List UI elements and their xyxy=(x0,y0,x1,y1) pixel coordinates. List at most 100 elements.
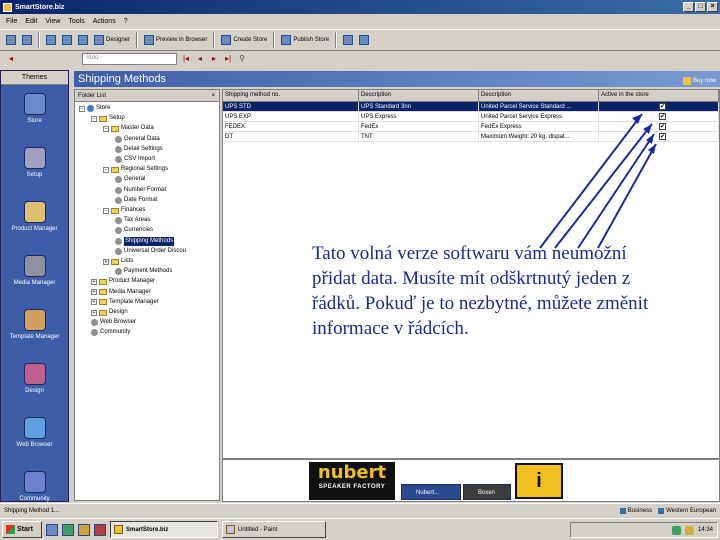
sidebar-item-web-browser[interactable]: Web Browser xyxy=(1,417,68,463)
filter-input[interactable]: Stdo xyxy=(82,53,177,65)
sidebar-item-template-manager[interactable]: Template Manager xyxy=(1,309,68,355)
collapse-icon[interactable]: − xyxy=(103,166,109,173)
menu-edit[interactable]: Edit xyxy=(25,18,37,25)
folder-list-close-button[interactable]: × xyxy=(211,90,215,101)
table-row[interactable]: UPS EXP UPS Express United Parcel Service … xyxy=(223,112,719,122)
sidebar-item-design[interactable]: Design xyxy=(1,363,68,409)
tree-item[interactable]: − Regional Settings xyxy=(103,165,168,174)
save-button[interactable] xyxy=(60,32,74,48)
back-button[interactable] xyxy=(4,32,18,48)
active-checkbox[interactable]: ✔ xyxy=(659,103,666,110)
expand-icon[interactable]: + xyxy=(91,289,97,296)
banner-tab-boxen[interactable]: Boxen xyxy=(463,484,511,500)
info-logo[interactable]: i xyxy=(515,463,563,499)
active-checkbox[interactable]: ✔ xyxy=(659,113,666,120)
open-button[interactable] xyxy=(44,32,58,48)
cut-button[interactable] xyxy=(76,32,90,48)
tree-item[interactable]: General Data xyxy=(115,135,160,144)
design-icon xyxy=(23,363,46,385)
nubert-logo[interactable]: nubert SPEAKER FACTORY xyxy=(309,462,395,500)
tree-item[interactable]: + Design xyxy=(91,308,128,317)
quicklaunch-desktop-icon[interactable] xyxy=(62,523,74,536)
window-title: SmartStore.biz xyxy=(15,3,65,11)
quicklaunch-ie-icon[interactable] xyxy=(46,523,58,536)
sidebar-item-store[interactable]: Store xyxy=(1,93,68,139)
table-row[interactable]: FEDEX FedEx FedEx Express ✔ xyxy=(223,122,719,132)
setup-icon xyxy=(23,147,46,169)
tree-item[interactable]: CSV Import xyxy=(115,155,155,164)
banner-tab-nubert[interactable]: Nubert... xyxy=(401,484,461,500)
create-store-button[interactable]: Create Store xyxy=(219,32,269,48)
collapse-icon[interactable]: − xyxy=(103,125,109,132)
publish-store-button[interactable]: Publish Store xyxy=(279,32,331,48)
collapse-icon[interactable]: − xyxy=(91,115,97,122)
first-icon[interactable]: |◂ xyxy=(181,54,191,64)
tree-item[interactable]: + Product Manager xyxy=(91,277,155,286)
tree-item[interactable]: Number Format xyxy=(115,186,166,195)
menu-file[interactable]: File xyxy=(6,18,17,25)
tree-item[interactable]: + Template Manager xyxy=(91,298,159,307)
tree-item[interactable]: − Master Data xyxy=(103,124,154,133)
table-row[interactable]: UPS STD UPS Standard 3nn United Parcel Ser… xyxy=(223,102,719,112)
tree-item[interactable]: Payment Methods xyxy=(115,267,172,276)
last-icon[interactable]: ▸| xyxy=(223,54,233,64)
expand-icon[interactable]: + xyxy=(103,258,109,265)
task-paint[interactable]: Untitled - Paint xyxy=(222,521,326,538)
expand-icon[interactable]: + xyxy=(91,309,97,316)
collapse-icon[interactable]: − xyxy=(79,105,85,112)
tree-item[interactable]: Universal Order Discou xyxy=(115,247,186,256)
tree-item-label: Number Format xyxy=(124,186,167,193)
collapse-icon[interactable]: − xyxy=(103,207,109,214)
expand-icon[interactable]: + xyxy=(91,299,97,306)
tree-item[interactable]: Web Browser xyxy=(91,318,136,327)
tree-item[interactable]: Currencies xyxy=(115,226,153,235)
tree-item[interactable]: + Media Manager xyxy=(91,288,151,297)
tree-item[interactable]: Date Format xyxy=(115,196,157,205)
tree-item[interactable]: − Store xyxy=(79,104,110,113)
prev-record-icon[interactable]: ◂ xyxy=(6,54,16,64)
close-button[interactable]: × xyxy=(707,2,718,12)
start-button[interactable]: Start xyxy=(2,521,42,538)
sidebar-item-media-manager[interactable]: Media Manager xyxy=(1,255,68,301)
tree-item[interactable]: Detail Settings xyxy=(115,145,163,154)
delete-button[interactable] xyxy=(357,32,371,48)
previous-icon[interactable]: ◂ xyxy=(195,54,205,64)
tree-item[interactable]: General xyxy=(115,175,145,184)
quicklaunch-outlook-icon[interactable] xyxy=(94,523,106,536)
tray-network-icon[interactable] xyxy=(671,525,681,535)
quicklaunch-media-icon[interactable] xyxy=(78,523,90,536)
active-checkbox[interactable]: ✔ xyxy=(659,133,666,140)
tree-item[interactable]: Shipping Methods xyxy=(115,236,175,246)
minimize-button[interactable]: _ xyxy=(683,2,694,12)
tree-item[interactable]: − Finances xyxy=(103,206,145,215)
column-description-1[interactable]: Description xyxy=(359,90,479,101)
new-button[interactable] xyxy=(20,32,34,48)
tree-item[interactable]: − Setup xyxy=(91,114,125,123)
tree-item[interactable]: + Lists xyxy=(103,257,133,266)
edit-button[interactable] xyxy=(341,32,355,48)
column-active-in-store[interactable]: Active in the store xyxy=(599,90,719,101)
new-icon xyxy=(22,35,32,45)
menu-view[interactable]: View xyxy=(45,18,60,25)
buy-now-link[interactable]: Buy now xyxy=(682,73,716,89)
menu-help[interactable]: ? xyxy=(124,18,128,25)
menu-actions[interactable]: Actions xyxy=(93,18,116,25)
next-icon[interactable]: ▸ xyxy=(209,54,219,64)
menu-tools[interactable]: Tools xyxy=(68,18,84,25)
tray-volume-icon[interactable] xyxy=(684,525,694,535)
sidebar-item-product-manager[interactable]: Product Manager xyxy=(1,201,68,247)
gear-icon xyxy=(115,227,122,235)
table-row[interactable]: DT TNT Maximum Weight: 20 kg, dispat... ✔ xyxy=(223,132,719,142)
tree-item[interactable]: Community xyxy=(91,328,130,337)
tree-item[interactable]: Tax Areas xyxy=(115,216,150,225)
maximize-button[interactable]: □ xyxy=(695,2,706,12)
find-icon[interactable]: ⚲ xyxy=(237,54,247,64)
column-shipping-method-no[interactable]: Shipping method no. xyxy=(223,90,359,101)
designer-button[interactable]: Designer xyxy=(92,32,132,48)
sidebar-item-setup[interactable]: Setup xyxy=(1,147,68,193)
expand-icon[interactable]: + xyxy=(91,278,97,285)
preview-button[interactable]: Preview in Browser xyxy=(142,32,209,48)
task-smartstore[interactable]: SmartStore.biz xyxy=(110,521,218,538)
active-checkbox[interactable]: ✔ xyxy=(659,123,666,130)
column-description-2[interactable]: Description xyxy=(479,90,599,101)
